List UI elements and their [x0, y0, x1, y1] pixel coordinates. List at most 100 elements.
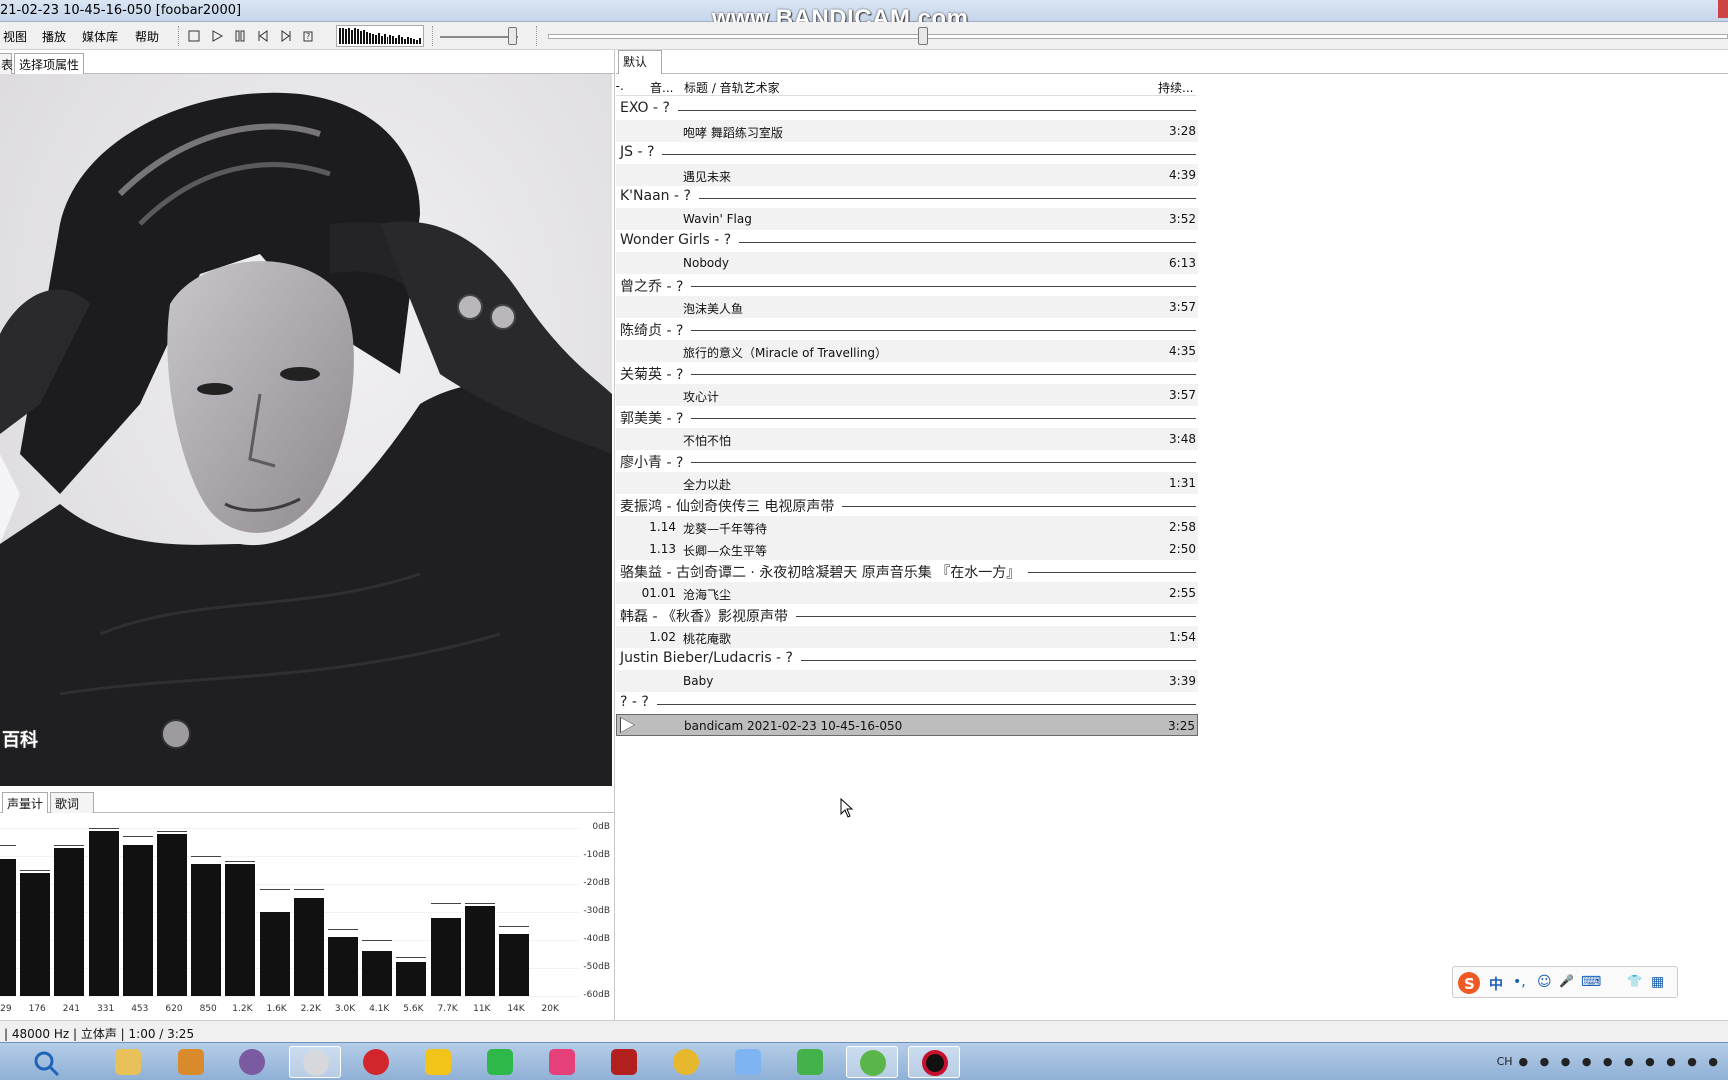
ime-voice-icon[interactable]: 🎤 — [1559, 974, 1574, 988]
play-icon[interactable] — [209, 29, 225, 43]
playlist-row[interactable]: 泡沫美人鱼 3:57 — [616, 296, 1198, 318]
track-duration: 6:13 — [1169, 256, 1196, 270]
player-app-icon[interactable] — [412, 1046, 464, 1078]
visualization-tabs: 声量计 歌词 — [0, 791, 614, 813]
mini-spectrum-bar — [398, 35, 401, 44]
playlist-row[interactable]: 攻心计 3:57 — [616, 384, 1198, 406]
close-window-button[interactable] — [1718, 0, 1728, 18]
sogou-logo-icon[interactable]: S — [1457, 971, 1481, 995]
tab-selection-properties[interactable]: 选择项属性 — [14, 53, 84, 74]
feishu-icon[interactable] — [722, 1046, 774, 1078]
media-player-icon[interactable] — [784, 1046, 836, 1078]
column-duration[interactable]: 持续... — [1158, 79, 1193, 96]
youku-icon[interactable] — [536, 1046, 588, 1078]
spectrum-peak — [362, 939, 393, 941]
mini-spectrum-bar — [413, 39, 416, 44]
volume-slider-handle[interactable] — [508, 27, 517, 45]
chrome-icon[interactable] — [660, 1046, 712, 1078]
random-icon[interactable]: ? — [301, 29, 317, 43]
tray-language[interactable]: CH — [1497, 1055, 1513, 1068]
ime-toolbar: S 中 •, ☺ 🎤 ⌨ 👕 ▦ — [1452, 966, 1678, 998]
tab-label: 声量计 — [7, 797, 44, 811]
playlist-row[interactable]: Wavin' Flag 3:52 — [616, 208, 1198, 230]
playlist-group-header[interactable]: 廖小青 - ? — [616, 450, 1198, 472]
spectrum-bar — [293, 898, 324, 996]
playlist-row[interactable]: 1.13 长卿—众生平等 2:50 — [616, 538, 1198, 560]
playlist-group-header[interactable]: K'Naan - ? — [616, 186, 1198, 208]
menu-playback[interactable]: 播放 — [42, 28, 66, 45]
playlist-group-header[interactable]: 骆集益 - 古剑奇谭二 · 永夜初晗凝碧天 原声音乐集 『在水一方』 — [616, 560, 1198, 582]
mini-spectrum-bar — [377, 33, 380, 44]
ime-toolbox-icon[interactable]: ▦ — [1651, 974, 1664, 990]
ime-skin-icon[interactable]: 👕 — [1627, 974, 1642, 988]
mini-spectrum-bar — [410, 38, 413, 44]
playlist-group-header[interactable]: Justin Bieber/Ludacris - ? — [616, 648, 1198, 670]
track-title: Nobody — [683, 256, 729, 270]
playlist-group-header[interactable]: JS - ? — [616, 142, 1198, 164]
netease-music-icon[interactable] — [350, 1046, 402, 1078]
playlist-group-header[interactable]: 麦振鸿 - 仙剑奇侠传三 电视原声带 — [616, 494, 1198, 516]
seekbar-handle[interactable] — [918, 27, 928, 45]
playlist-group-header[interactable]: 曾之乔 - ? — [616, 274, 1198, 296]
playlist-group-header[interactable]: EXO - ? — [616, 98, 1198, 120]
ime-emoji-icon[interactable]: ☺ — [1537, 974, 1552, 990]
playlist-row[interactable]: 旅行的意义（Miracle of Travelling） 4:35 — [616, 340, 1198, 362]
next-icon[interactable] — [278, 29, 294, 43]
column-title-artist[interactable]: 标题 / 音轨艺术家 — [684, 79, 780, 96]
playlist-group-header[interactable]: 韩磊 - 《秋香》影视原声带 — [616, 604, 1198, 626]
file-explorer-icon[interactable] — [102, 1046, 154, 1078]
bandicam-record-icon[interactable] — [908, 1046, 960, 1078]
ime-keyboard-icon[interactable]: ⌨ — [1581, 974, 1601, 990]
menu-library[interactable]: 媒体库 — [82, 28, 118, 45]
playlist-tabs: 默认 — [616, 50, 1728, 74]
track-duration: 3:39 — [1169, 674, 1196, 688]
music-player-icon[interactable] — [226, 1046, 278, 1078]
playlist-group-header[interactable]: 陈绮贞 - ? — [616, 318, 1198, 340]
foobar2000-taskbar-icon[interactable] — [289, 1046, 341, 1078]
green-app-icon[interactable] — [846, 1046, 898, 1078]
panel-splitter[interactable] — [614, 50, 615, 1020]
spectrum-peak — [54, 844, 85, 846]
column-index[interactable]: ̵. — [620, 79, 624, 93]
search-icon[interactable] — [20, 1046, 72, 1078]
ime-punctuation-icon[interactable]: •, — [1513, 974, 1526, 990]
playlist-row[interactable]: 1.14 龙葵—千年等待 2:58 — [616, 516, 1198, 538]
tab-lyrics[interactable]: 歌词 — [50, 792, 94, 813]
tab-default-playlist[interactable]: 默认 — [618, 50, 662, 74]
ime-chinese-mode[interactable]: 中 — [1489, 974, 1503, 994]
tab-playlist-list[interactable]: 表 — [0, 53, 13, 74]
mini-spectrum-bar — [347, 28, 350, 44]
iqiyi-icon[interactable] — [474, 1046, 526, 1078]
playlist-row[interactable]: 1.02 桃花庵歌 1:54 — [616, 626, 1198, 648]
column-album[interactable]: 音... — [650, 79, 673, 96]
playlist-row[interactable]: 咆哮 舞蹈练习室版 3:28 — [616, 120, 1198, 142]
mini-spectrum-bar — [386, 37, 389, 44]
volume-slider-track[interactable] — [440, 36, 518, 38]
playlist-row[interactable]: 全力以赴 1:31 — [616, 472, 1198, 494]
playlist-group-header[interactable]: 关菊英 - ? — [616, 362, 1198, 384]
seekbar-track[interactable] — [548, 34, 1728, 39]
mini-spectrum-bar — [353, 28, 356, 44]
playlist-row[interactable]: 01.01 沧海飞尘 2:55 — [616, 582, 1198, 604]
playlist-row[interactable]: Baby 3:39 — [616, 670, 1198, 692]
playlist-group-header[interactable]: 郭美美 - ? — [616, 406, 1198, 428]
flash-icon[interactable] — [598, 1046, 650, 1078]
frequency-label: 20K — [541, 1004, 559, 1014]
menu-toolbar: 视图 播放 媒体库 帮助 ? — [0, 22, 1728, 50]
playlist-group-header[interactable]: ? - ? — [616, 692, 1198, 714]
previous-icon[interactable] — [255, 29, 271, 43]
stop-icon[interactable] — [186, 29, 202, 43]
pause-icon[interactable] — [232, 29, 248, 43]
status-text: | 48000 Hz | 立体声 | 1:00 / 3:25 — [4, 1027, 195, 1041]
playlist-row[interactable]: 不怕不怕 3:48 — [616, 428, 1198, 450]
video-editor-icon[interactable] — [165, 1046, 217, 1078]
playlist-row-now-playing[interactable]: bandicam 2021-02-23 10-45-16-050 3:25 — [616, 714, 1198, 736]
playlist-group-header[interactable]: Wonder Girls - ? — [616, 230, 1198, 252]
tab-volume-meter[interactable]: 声量计 — [2, 792, 48, 813]
track-title: 桃花庵歌 — [683, 632, 732, 646]
playlist-row[interactable]: 遇见未来 4:39 — [616, 164, 1198, 186]
playlist-row[interactable]: Nobody 6:13 — [616, 252, 1198, 274]
menu-view[interactable]: 视图 — [3, 28, 27, 45]
spectrum-peak — [259, 889, 290, 891]
menu-help[interactable]: 帮助 — [135, 28, 159, 45]
